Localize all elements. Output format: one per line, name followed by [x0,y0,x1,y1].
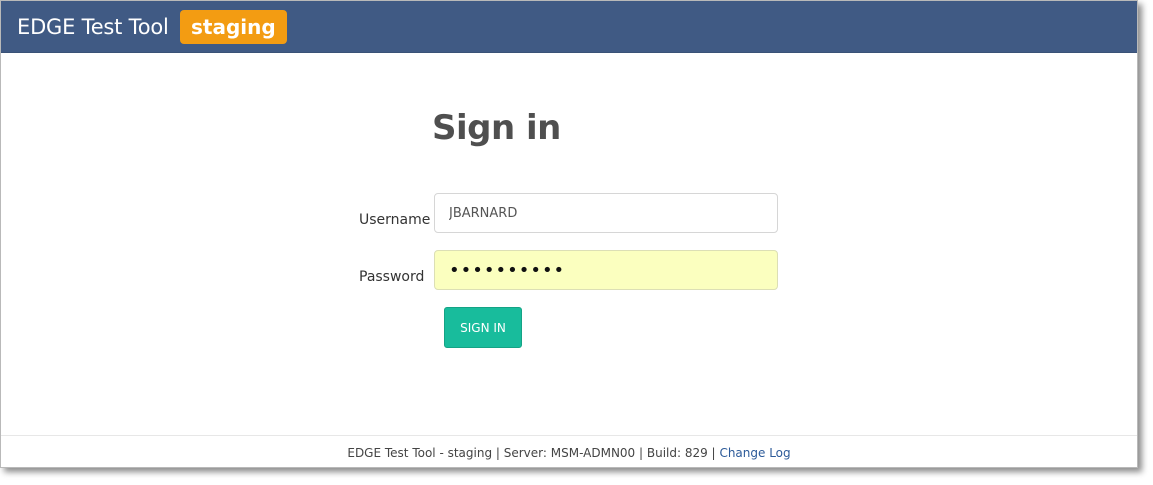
app-window: EDGE Test Tool staging Sign in Username … [0,0,1138,468]
top-navbar: EDGE Test Tool staging [1,1,1137,53]
footer: EDGE Test Tool - staging | Server: MSM-A… [1,435,1137,467]
app-brand[interactable]: EDGE Test Tool [17,14,169,40]
username-field[interactable] [434,193,778,233]
footer-text: EDGE Test Tool - staging | Server: MSM-A… [347,446,716,460]
change-log-link[interactable]: Change Log [719,446,790,460]
password-field[interactable] [434,250,778,290]
page-title: Sign in [432,108,561,148]
sign-in-button[interactable]: SIGN IN [444,307,522,348]
username-label: Username [359,212,431,228]
environment-badge: staging [180,10,287,44]
password-label: Password [359,269,425,285]
